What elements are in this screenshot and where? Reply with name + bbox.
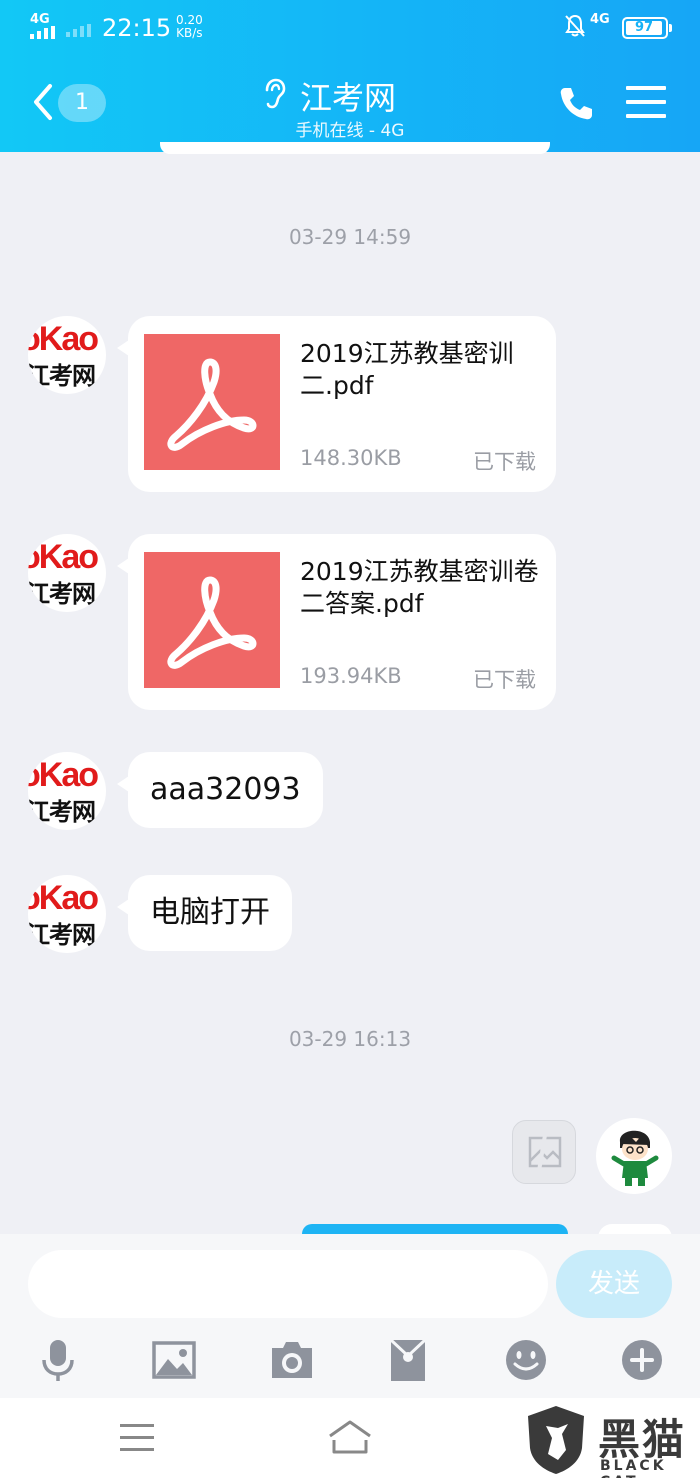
broken-image-icon [528,1134,562,1172]
plus-icon[interactable] [618,1336,666,1384]
sender-avatar[interactable]: oKao 江考网 [28,316,106,394]
signal-icon [30,26,55,39]
text-message[interactable]: aaa32093 [117,752,323,828]
sender-avatar[interactable]: oKao 江考网 [28,752,106,830]
red-packet-icon[interactable] [384,1336,432,1384]
battery-level: 97 [634,20,654,35]
speed-unit: KB/s [176,26,203,40]
clock: 22:15 [102,14,172,42]
home-button[interactable] [326,1418,374,1456]
send-button[interactable]: 发送 [556,1250,672,1318]
pinned-banner-edge [160,142,550,154]
mute-bell-icon [565,14,585,37]
phone-call-icon[interactable] [556,84,596,124]
avatar-logo-name: 江考网 [28,580,96,608]
file-message[interactable]: 2019江苏教基密训卷二答案.pdf 193.94KB 已下载 [117,534,556,710]
signal-2-icon [66,24,91,37]
input-toolbar [0,1330,700,1390]
avatar-logo-name: 江考网 [28,921,96,949]
watermark-en: BLACK CAT [600,1458,667,1478]
black-cat-logo-icon [528,1406,584,1474]
recent-apps-button[interactable] [120,1424,154,1452]
avatar-logo-text: oKao [28,879,99,917]
network-type: 4G [30,12,50,27]
chat-title: 江考网 [300,79,397,117]
avatar-logo-text: oKao [28,320,99,358]
network-speed: 0.20 KB/s [176,14,203,40]
download-status: 已下载 [473,450,536,474]
ear-icon [265,78,286,109]
text-message[interactable]: 电脑打开 [117,875,292,951]
input-bar: 发送 [0,1234,700,1398]
avatar-logo-name: 江考网 [28,798,96,826]
file-size: 148.30KB [300,446,402,470]
status-bar: 4G 22:15 0.20 KB/s 4G 97 [0,0,700,56]
battery-icon: 97 [622,17,672,39]
menu-icon[interactable] [626,86,666,122]
microphone-icon[interactable] [34,1336,82,1384]
sender-avatar[interactable]: oKao 江考网 [28,875,106,953]
message-input[interactable] [28,1250,548,1318]
chat-header: 4G 22:15 0.20 KB/s 4G 97 1 江考网 手机在线 - 4G [0,0,700,152]
camera-icon[interactable] [268,1336,316,1384]
message-timestamp: 03-29 16:13 [288,1027,412,1051]
pdf-icon [144,552,280,688]
message-timestamp: 03-29 14:59 [288,225,412,249]
file-name: 2019江苏教基密训卷二答案.pdf [300,557,539,618]
file-message[interactable]: 2019江苏教基密训二.pdf 148.30KB 已下载 [117,316,556,492]
avatar-logo-text: oKao [28,756,99,794]
image-message[interactable] [512,1120,576,1184]
file-size: 193.94KB [300,664,402,688]
network-type-2: 4G [590,12,610,27]
download-status: 已下载 [473,668,536,692]
emoji-icon[interactable] [502,1336,550,1384]
file-name: 2019江苏教基密训二.pdf [300,339,514,400]
sender-avatar[interactable]: oKao 江考网 [28,534,106,612]
pdf-icon [144,334,280,470]
image-icon[interactable] [150,1336,198,1384]
avatar-logo-name: 江考网 [28,362,96,390]
black-cat-watermark: 黑猫 BLACK CAT [524,1402,700,1478]
my-avatar[interactable] [596,1118,672,1194]
avatar-logo-text: oKao [28,538,99,576]
